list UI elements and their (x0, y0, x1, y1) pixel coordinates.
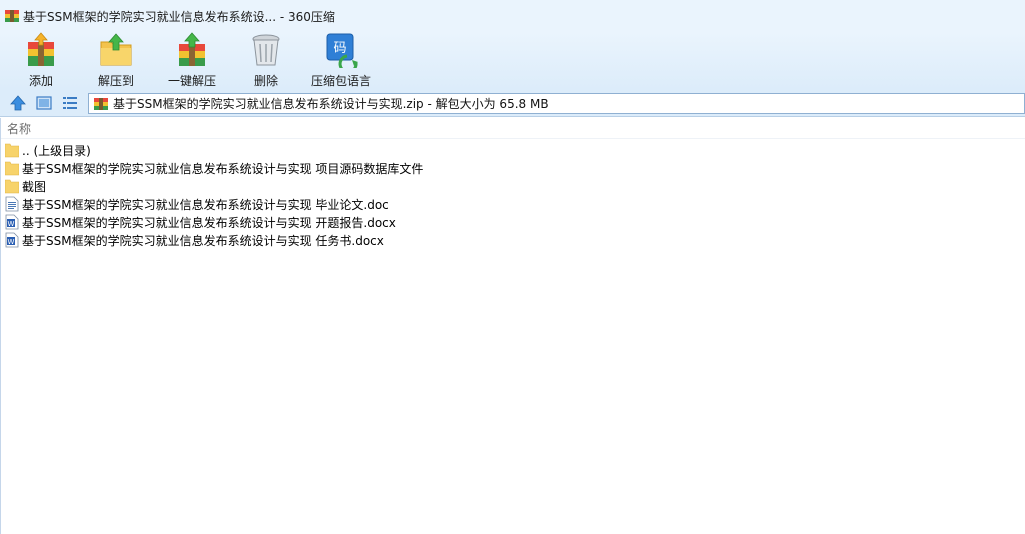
file-list: 名称 .. (上级目录) 基于SSM框架的学院实习就业信息发布系统设计与实现 项… (0, 118, 1025, 534)
list-item-file[interactable]: 基于SSM框架的学院实习就业信息发布系统设计与实现 毕业论文.doc (1, 195, 1025, 213)
file-name: 基于SSM框架的学院实习就业信息发布系统设计与实现 毕业论文.doc (22, 197, 389, 212)
path-field[interactable]: 基于SSM框架的学院实习就业信息发布系统设计与实现.zip - 解包大小为 65… (88, 93, 1025, 114)
extract-to-button[interactable]: 解压到 (94, 32, 138, 90)
folder-icon (5, 143, 19, 158)
archive-language-icon: 码 (326, 33, 358, 68)
file-name: 截图 (22, 179, 47, 194)
zip-archive-icon (94, 97, 108, 110)
word-document-icon: W (5, 232, 19, 248)
add-archive-icon (28, 32, 54, 66)
up-arrow-icon[interactable] (9, 94, 27, 112)
thumbnail-view-icon[interactable] (35, 94, 53, 112)
list-item-file[interactable]: W 基于SSM框架的学院实习就业信息发布系统设计与实现 任务书.docx (1, 231, 1025, 249)
word-document-icon: W (5, 214, 19, 230)
delete-label: 删除 (253, 74, 278, 88)
extract-to-icon (100, 33, 132, 66)
list-item-folder[interactable]: 截图 (1, 177, 1025, 195)
one-click-extract-label: 一键解压 (167, 74, 216, 88)
add-label: 添加 (28, 74, 53, 88)
column-header-name[interactable]: 名称 (1, 118, 1025, 139)
address-bar: 基于SSM框架的学院实习就业信息发布系统设计与实现.zip - 解包大小为 65… (0, 90, 1025, 117)
360-zip-app-icon (5, 10, 19, 22)
doc-file-icon (5, 196, 19, 212)
list-item-folder[interactable]: 基于SSM框架的学院实习就业信息发布系统设计与实现 项目源码数据库文件 (1, 159, 1025, 177)
archive-language-label: 压缩包语言 (310, 74, 371, 88)
file-name: .. (上级目录) (22, 143, 91, 158)
delete-bin-icon (252, 34, 280, 66)
toolbar: 添加 解压到 一键解压 删除 码 压缩包语言 (0, 32, 1025, 90)
svg-text:W: W (8, 238, 15, 246)
list-view-icon[interactable] (61, 94, 79, 112)
one-click-extract-icon (179, 32, 205, 66)
folder-icon (5, 179, 19, 194)
extract-to-label: 解压到 (97, 74, 134, 88)
one-click-extract-button[interactable]: 一键解压 (164, 32, 220, 90)
list-item-file[interactable]: W 基于SSM框架的学院实习就业信息发布系统设计与实现 开题报告.docx (1, 213, 1025, 231)
file-name: 基于SSM框架的学院实习就业信息发布系统设计与实现 开题报告.docx (22, 215, 396, 230)
window-title: 基于SSM框架的学院实习就业信息发布系统设... - 360压缩 (23, 9, 335, 24)
delete-button[interactable]: 删除 (246, 32, 286, 90)
list-item-parent-directory[interactable]: .. (上级目录) (1, 141, 1025, 159)
column-name-label: 名称 (7, 121, 32, 136)
svg-text:码: 码 (333, 41, 346, 56)
file-name: 基于SSM框架的学院实习就业信息发布系统设计与实现 项目源码数据库文件 (22, 161, 424, 176)
add-button[interactable]: 添加 (21, 32, 61, 90)
title-bar: 基于SSM框架的学院实习就业信息发布系统设... - 360压缩 (0, 0, 1025, 32)
file-name: 基于SSM框架的学院实习就业信息发布系统设计与实现 任务书.docx (22, 233, 384, 248)
svg-text:W: W (8, 220, 15, 228)
folder-icon (5, 161, 19, 176)
path-text: 基于SSM框架的学院实习就业信息发布系统设计与实现.zip - 解包大小为 65… (113, 97, 549, 111)
archive-language-button[interactable]: 码 压缩包语言 (308, 32, 374, 90)
